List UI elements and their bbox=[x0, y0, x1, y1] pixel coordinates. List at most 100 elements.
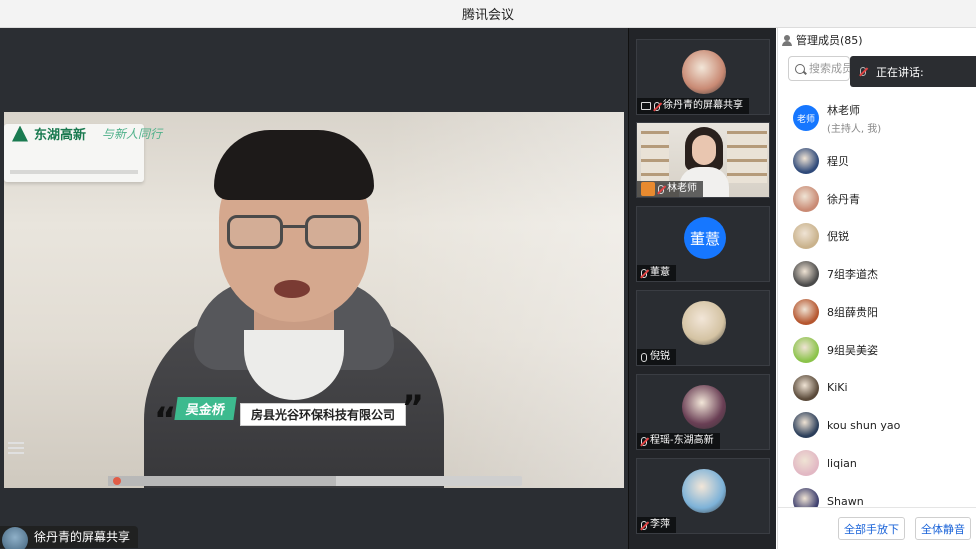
member-row[interactable]: 老师 林老师 (主持人, 我) bbox=[778, 94, 976, 142]
member-name: KiKi bbox=[827, 381, 848, 395]
thumbnail-label: 倪锐 bbox=[637, 349, 676, 365]
host-face bbox=[692, 135, 716, 165]
video-progress-bar[interactable] bbox=[108, 476, 522, 486]
member-row[interactable]: kou shun yao bbox=[778, 407, 976, 445]
speaker-caption: “ 吴金桥 房县光谷环保科技有限公司 ” bbox=[154, 391, 424, 437]
members-title: 管理成员(85) bbox=[796, 34, 863, 47]
member-list: 老师 林老师 (主持人, 我) 程贝 徐丹青 倪锐 7组李道杰 8组薛贵阳 9组… bbox=[778, 94, 976, 520]
quote-close-mark: ” bbox=[401, 388, 424, 428]
thumbnail-label: 董薏 bbox=[637, 265, 676, 281]
member-avatar bbox=[793, 147, 819, 174]
thumbnail-name: 倪锐 bbox=[650, 351, 670, 362]
member-row[interactable]: KiKi bbox=[778, 369, 976, 407]
member-row[interactable]: 倪锐 bbox=[778, 218, 976, 256]
member-avatar bbox=[793, 223, 819, 250]
member-name: 林老师 bbox=[827, 103, 860, 117]
video-progress-fill bbox=[108, 476, 336, 486]
thumbnail-host-video[interactable]: 林老师 bbox=[636, 122, 770, 198]
member-role: (主持人, 我) bbox=[827, 123, 882, 135]
left-lens bbox=[227, 215, 283, 249]
person-hair bbox=[214, 130, 374, 200]
members-panel: 管理成员(85) 正在讲话: 老师 林老师 (主持人, 我) 程贝 徐丹青 倪锐… bbox=[777, 28, 976, 549]
thumbnail-dong[interactable]: 董薏 董薏 bbox=[636, 206, 770, 282]
member-avatar bbox=[793, 185, 819, 212]
member-avatar bbox=[793, 299, 819, 326]
person-glasses bbox=[227, 215, 361, 249]
member-row[interactable]: 徐丹青 bbox=[778, 180, 976, 218]
member-avatar bbox=[793, 336, 819, 363]
participant-avatar bbox=[682, 50, 726, 94]
participant-avatar bbox=[682, 385, 726, 429]
shared-screen-video[interactable]: 东湖高新 与新人同行 “ 吴金桥 房县光谷环保科技有限公司 ” bbox=[4, 112, 624, 488]
participant-thumbnails: 徐丹青的屏幕共享 林老师 董薏 董薏 倪锐 程瑶-东湖高新 李萍 bbox=[628, 28, 776, 549]
mic-on-icon bbox=[641, 352, 647, 362]
play-icon[interactable] bbox=[113, 477, 121, 485]
thumbnail-name: 徐丹青的屏幕共享 bbox=[663, 100, 743, 111]
member-name: 徐丹青 bbox=[827, 192, 860, 206]
thumbnail-name: 董薏 bbox=[650, 267, 670, 278]
member-row[interactable]: 程贝 bbox=[778, 142, 976, 180]
member-name: 8组薛贵阳 bbox=[827, 306, 878, 320]
speaker-name-tag: 吴金桥 bbox=[174, 397, 237, 420]
person-mouth bbox=[274, 280, 310, 298]
initials-avatar: 董薏 bbox=[684, 217, 726, 259]
sharer-avatar bbox=[2, 527, 28, 549]
mic-muted-icon bbox=[658, 184, 664, 194]
member-name: 程贝 bbox=[827, 154, 849, 168]
member-avatar bbox=[793, 450, 819, 477]
member-name: 倪锐 bbox=[827, 230, 849, 244]
thumbnail-cheng[interactable]: 程瑶-东湖高新 bbox=[636, 374, 770, 450]
mic-muted-icon bbox=[641, 520, 647, 530]
mic-muted-icon bbox=[641, 436, 647, 446]
participant-avatar bbox=[682, 301, 726, 345]
participant-avatar bbox=[682, 469, 726, 513]
right-lens bbox=[305, 215, 361, 249]
member-name: liqian bbox=[827, 456, 857, 470]
member-name: Shawn bbox=[827, 494, 864, 508]
member-avatar bbox=[793, 412, 819, 439]
screen-share-label: 徐丹青的屏幕共享 bbox=[0, 526, 139, 549]
brand-mark-icon bbox=[12, 125, 28, 142]
thumbnail-name: 李萍 bbox=[650, 519, 670, 530]
thumbnail-label: 徐丹青的屏幕共享 bbox=[637, 98, 749, 114]
window-title: 腾讯会议 bbox=[461, 8, 514, 23]
member-row[interactable]: 8组薛贵阳 bbox=[778, 293, 976, 331]
speaker-person bbox=[134, 130, 454, 488]
screen-share-label-text: 徐丹青的屏幕共享 bbox=[34, 530, 131, 544]
speaker-company-tag: 房县光谷环保科技有限公司 bbox=[240, 403, 407, 426]
thumbnail-name: 程瑶-东湖高新 bbox=[650, 435, 714, 446]
member-search-input[interactable] bbox=[809, 62, 851, 75]
member-row[interactable]: 9组吴美姿 bbox=[778, 331, 976, 369]
screen-share-icon bbox=[641, 102, 651, 110]
lower-all-hands-button[interactable]: 全部手放下 bbox=[838, 517, 905, 540]
member-row[interactable]: liqian bbox=[778, 444, 976, 482]
member-avatar bbox=[793, 261, 819, 288]
thumbnail-screen-share[interactable]: 徐丹青的屏幕共享 bbox=[636, 39, 770, 115]
member-row[interactable]: 7组李道杰 bbox=[778, 255, 976, 293]
menu-icon[interactable] bbox=[8, 442, 24, 456]
members-header: 管理成员(85) bbox=[778, 28, 976, 52]
user-icon bbox=[782, 34, 792, 46]
search-icon bbox=[795, 63, 805, 74]
speaking-label: 正在讲话: bbox=[876, 65, 924, 79]
thumbnail-li[interactable]: 李萍 bbox=[636, 458, 770, 534]
thumbnail-name: 林老师 bbox=[667, 183, 697, 194]
thumbnail-ni[interactable]: 倪锐 bbox=[636, 290, 770, 366]
member-avatar: 老师 bbox=[793, 105, 819, 131]
member-avatar bbox=[793, 374, 819, 401]
member-name: 9组吴美姿 bbox=[827, 343, 878, 357]
member-name: 7组李道杰 bbox=[827, 268, 878, 282]
mic-muted-icon bbox=[654, 101, 660, 111]
members-footer: 全部手放下 全体静音 bbox=[778, 507, 976, 549]
member-search[interactable] bbox=[788, 56, 851, 81]
mic-muted-icon bbox=[641, 268, 647, 278]
thumbnail-label: 程瑶-东湖高新 bbox=[637, 433, 720, 449]
host-badge-icon bbox=[641, 182, 655, 196]
brand-text: 东湖高新 bbox=[34, 128, 87, 143]
bookshelf-right bbox=[727, 131, 767, 183]
thumbnail-label: 林老师 bbox=[637, 181, 703, 197]
glasses-bridge bbox=[283, 225, 305, 228]
main-stage: 东湖高新 与新人同行 “ 吴金桥 房县光谷环保科技有限公司 ” bbox=[0, 28, 628, 549]
mute-all-button[interactable]: 全体静音 bbox=[915, 517, 971, 540]
thumbnail-label: 李萍 bbox=[637, 517, 676, 533]
